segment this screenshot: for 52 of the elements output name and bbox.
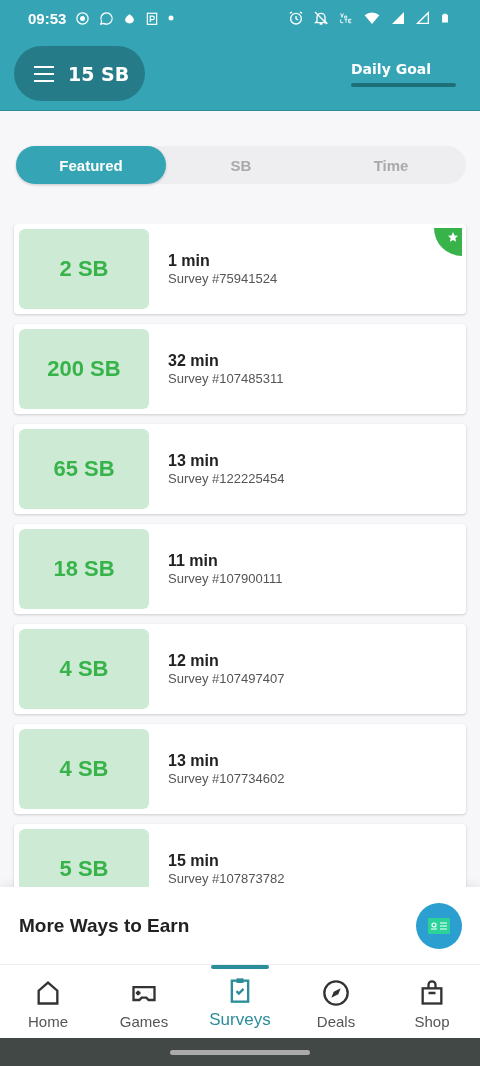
survey-card[interactable]: 4 SB 12 min Survey #107497407: [14, 624, 466, 714]
reward-tile: 5 SB: [19, 829, 149, 887]
survey-card[interactable]: 2 SB 1 min Survey #75941524: [14, 224, 466, 314]
signal-icon: [415, 10, 431, 26]
survey-card[interactable]: 5 SB 15 min Survey #107873782: [14, 824, 466, 887]
survey-duration: 12 min: [168, 652, 220, 670]
reward-tile: 4 SB: [19, 629, 149, 709]
nav-tab[interactable]: Home: [0, 965, 96, 1038]
survey-card[interactable]: 4 SB 13 min Survey #107734602: [14, 724, 466, 814]
nav-tab[interactable]: Surveys: [192, 965, 288, 1038]
reward-tile: 200 SB: [19, 329, 149, 409]
reward-tile: 4 SB: [19, 729, 149, 809]
survey-title: Survey #107485311: [168, 371, 284, 386]
status-time: 09:53: [28, 9, 67, 27]
dot-icon: [168, 15, 175, 21]
bell-off-icon: [313, 10, 329, 26]
wifi-icon: [363, 10, 381, 26]
chat-icon: [99, 10, 115, 26]
alarm-icon: [288, 10, 304, 26]
record-icon: [75, 10, 91, 26]
survey-duration: 13 min: [168, 452, 220, 470]
drop-icon: [123, 11, 137, 25]
reward-tile: 2 SB: [19, 229, 149, 309]
home-handle[interactable]: [170, 1049, 310, 1055]
active-tab-indicator: [211, 965, 269, 969]
survey-title: Survey #107497407: [168, 671, 285, 686]
survey-card[interactable]: 200 SB 32 min Survey #107485311: [14, 324, 466, 414]
nav-tab[interactable]: Games: [96, 965, 192, 1038]
offer-button[interactable]: [416, 902, 462, 949]
survey-duration: 11 min: [168, 552, 219, 570]
survey-title: Survey #122225454: [168, 471, 285, 486]
nav-tab[interactable]: Deals: [288, 965, 384, 1038]
survey-duration: 32 min: [168, 352, 220, 370]
reward-tile: 18 SB: [19, 529, 149, 609]
survey-card[interactable]: 65 SB 13 min Survey #122225454: [14, 424, 466, 514]
survey-title: Survey #107900111: [168, 571, 283, 586]
volte-icon: [338, 10, 354, 26]
survey-duration: 13 min: [168, 752, 220, 770]
survey-title: Survey #107734602: [168, 771, 285, 786]
compass-icon: [322, 979, 350, 1007]
survey-title: Survey #75941524: [168, 271, 278, 286]
star-icon: [447, 231, 459, 243]
survey-duration: 15 min: [168, 852, 220, 870]
balance-button[interactable]: 15 SB: [14, 46, 146, 101]
nav-tab[interactable]: Shop: [384, 965, 480, 1038]
more-ways-title: More Ways to Earn: [19, 914, 190, 937]
parking-icon: [145, 10, 160, 26]
survey-title: Survey #107873782: [168, 871, 285, 886]
signal-icon: [390, 10, 406, 26]
reward-tile: 65 SB: [19, 429, 149, 509]
survey-duration: 1 min: [168, 252, 211, 270]
survey-card[interactable]: 18 SB 11 min Survey #107900111: [14, 524, 466, 614]
